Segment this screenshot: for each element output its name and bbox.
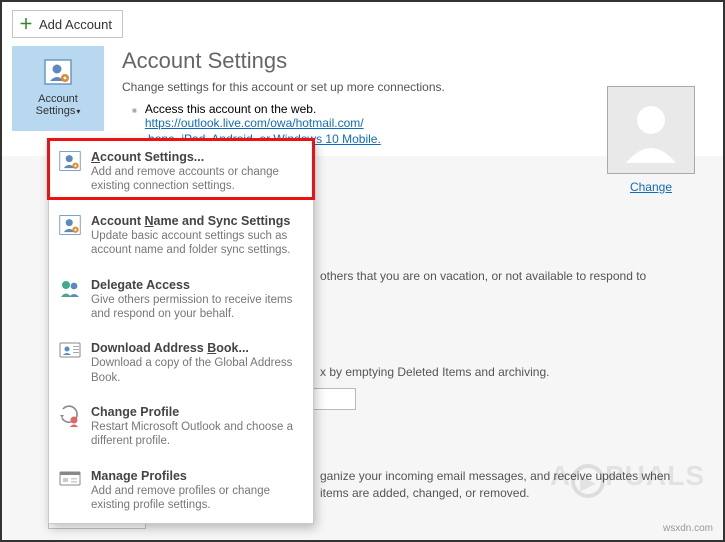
account-settings-tile[interactable]: Account Settings▾	[12, 46, 104, 131]
account-settings-tile-icon	[44, 59, 72, 89]
change-profile-icon	[59, 405, 81, 449]
account-settings-icon	[59, 150, 81, 194]
page-title: Account Settings	[122, 48, 705, 74]
watermark: A▸PUALS	[550, 460, 705, 499]
source-attribution: wsxdn.com	[663, 523, 713, 534]
address-book-icon	[59, 341, 81, 385]
menu-title: Manage Profiles	[91, 469, 301, 483]
menu-title: Account Name and Sync Settings	[91, 214, 301, 228]
menu-item-manage-profiles[interactable]: Manage Profiles Add and remove profiles …	[49, 459, 313, 523]
menu-title: Delegate Access	[91, 278, 301, 292]
menu-desc: Download a copy of the Global Address Bo…	[91, 356, 301, 385]
bullet-icon: ■	[132, 106, 137, 115]
menu-item-name-sync[interactable]: Account Name and Sync Settings Update ba…	[49, 204, 313, 268]
mailbox-text-fragment: x by emptying Deleted Items and archivin…	[320, 364, 680, 381]
menu-title: Change Profile	[91, 405, 301, 419]
menu-desc: Update basic account settings such as ac…	[91, 229, 301, 258]
menu-desc: Add and remove accounts or change existi…	[91, 165, 301, 194]
menu-item-account-settings[interactable]: Account Settings... Add and remove accou…	[49, 140, 313, 204]
menu-item-delegate[interactable]: Delegate Access Give others permission t…	[49, 268, 313, 332]
menu-item-download-ab[interactable]: Download Address Book... Download a copy…	[49, 331, 313, 395]
plus-icon: ＋	[19, 14, 33, 34]
vacation-text-fragment: others that you are on vacation, or not …	[320, 268, 680, 285]
add-account-button[interactable]: ＋ Add Account	[12, 10, 123, 38]
tile-label-2: Settings▾	[36, 105, 81, 118]
change-photo-link[interactable]: Change	[630, 180, 672, 194]
access-web-label: Access this account on the web.	[145, 102, 364, 116]
menu-title: Account Settings...	[91, 150, 301, 164]
owa-link[interactable]: https://outlook.live.com/owa/hotmail.com…	[145, 116, 364, 130]
menu-desc: Give others permission to receive items …	[91, 293, 301, 322]
avatar	[607, 86, 695, 174]
add-account-label: Add Account	[39, 17, 112, 32]
menu-desc: Restart Microsoft Outlook and choose a d…	[91, 420, 301, 449]
tile-label-1: Account	[36, 93, 81, 106]
account-settings-dropdown: Account Settings... Add and remove accou…	[48, 139, 314, 524]
manage-profiles-icon	[59, 469, 81, 513]
delegate-icon	[59, 278, 81, 322]
menu-desc: Add and remove profiles or change existi…	[91, 484, 301, 513]
name-sync-icon	[59, 214, 81, 258]
menu-title: Download Address Book...	[91, 341, 301, 355]
menu-item-change-profile[interactable]: Change Profile Restart Microsoft Outlook…	[49, 395, 313, 459]
